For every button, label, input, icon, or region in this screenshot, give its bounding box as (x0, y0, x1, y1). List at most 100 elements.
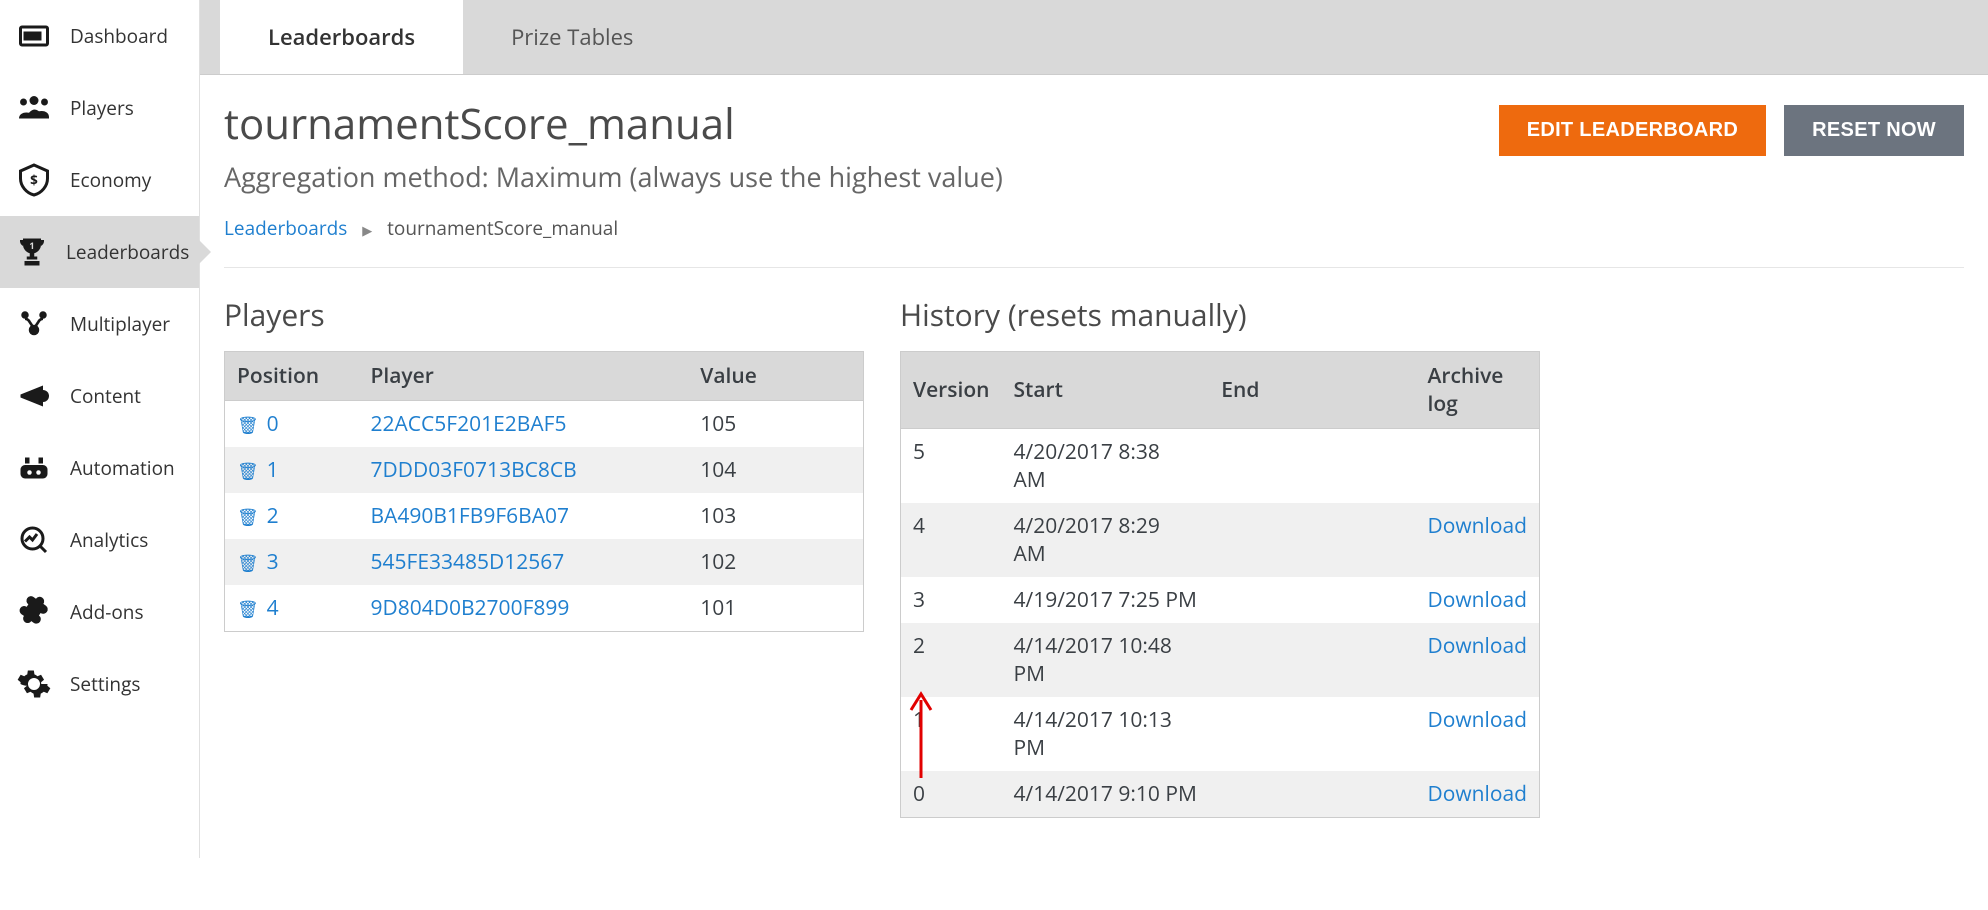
settings-icon (14, 666, 54, 702)
trash-icon[interactable]: 🗑 (237, 459, 259, 482)
player-id-link[interactable]: BA490B1FB9F6BA07 (370, 502, 569, 530)
table-row: 14/14/2017 10:13 PM Download (901, 697, 1540, 771)
table-row: 34/19/2017 7:25 PMDownload (901, 577, 1540, 623)
trash-icon[interactable]: 🗑 (237, 551, 259, 574)
sidebar-item-label: Settings (70, 671, 140, 697)
main-content: Leaderboards Prize Tables tournamentScor… (200, 0, 1988, 858)
player-id-link[interactable]: 7DDD03F0713BC8CB (370, 456, 576, 484)
sidebar-item-label: Leaderboards (66, 239, 189, 265)
breadcrumb-root[interactable]: Leaderboards (224, 215, 347, 241)
players-panel-title: Players (224, 294, 864, 335)
history-version: 4 (901, 503, 1002, 577)
trash-icon[interactable]: 🗑 (237, 597, 259, 620)
history-end (1209, 697, 1415, 771)
history-archive: Download (1416, 771, 1540, 818)
sidebar-item-automation[interactable]: Automation (0, 432, 199, 504)
table-row: 04/14/2017 9:10 PM Download (901, 771, 1540, 818)
history-col-start: Start (1001, 352, 1209, 429)
download-link[interactable]: Download (1428, 706, 1527, 734)
history-archive (1416, 429, 1540, 504)
edit-leaderboard-button[interactable]: EDIT LEADERBOARD (1499, 105, 1766, 156)
player-id-link[interactable]: 545FE33485D12567 (370, 548, 564, 576)
sidebar-item-label: Economy (70, 167, 151, 193)
table-row: 54/20/2017 8:38 AM (901, 429, 1540, 504)
trash-icon[interactable]: 🗑 (237, 413, 259, 436)
download-link[interactable]: Download (1428, 512, 1527, 540)
history-version: 1 (901, 697, 1002, 771)
history-end (1209, 429, 1415, 504)
add-ons-icon (14, 594, 54, 630)
history-archive: Download (1416, 577, 1540, 623)
sidebar-item-economy[interactable]: $ Economy (0, 144, 199, 216)
sidebar-item-add-ons[interactable]: Add-ons (0, 576, 199, 648)
table-row: 🗑 1 7DDD03F0713BC8CB 104 (225, 447, 864, 493)
player-value: 104 (688, 447, 863, 493)
history-version: 0 (901, 771, 1002, 818)
player-position[interactable]: 3 (267, 548, 279, 576)
history-version: 3 (901, 577, 1002, 623)
history-version: 5 (901, 429, 1002, 504)
player-position[interactable]: 0 (267, 410, 279, 438)
history-start: 4/20/2017 8:38 AM (1001, 429, 1209, 504)
sidebar-item-label: Players (70, 95, 134, 121)
content-icon (14, 378, 54, 414)
svg-text:1: 1 (29, 239, 34, 252)
sidebar-item-analytics[interactable]: Analytics (0, 504, 199, 576)
sidebar-item-settings[interactable]: Settings (0, 648, 199, 720)
reset-now-button[interactable]: RESET NOW (1784, 105, 1964, 156)
trash-icon[interactable]: 🗑 (237, 505, 259, 528)
table-row: 44/20/2017 8:29 AM Download (901, 503, 1540, 577)
history-col-archive: Archive log (1416, 352, 1540, 429)
player-position[interactable]: 2 (267, 502, 279, 530)
sidebar-item-leaderboards[interactable]: 1 Leaderboards (0, 216, 199, 288)
players-panel: Players Position Player Value 🗑 0 22ACC5F2… (224, 294, 864, 818)
player-id-link[interactable]: 9D804D0B2700F899 (370, 594, 569, 622)
sidebar-item-label: Dashboard (70, 23, 168, 49)
page-title: tournamentScore_manual (224, 95, 1003, 152)
table-row: 🗑3545FE33485D12567102 (225, 539, 864, 585)
players-col-player: Player (358, 352, 688, 401)
tab-prize-tables[interactable]: Prize Tables (463, 0, 681, 74)
sidebar-item-label: Content (70, 383, 141, 409)
breadcrumb-separator-icon: ▶ (362, 221, 372, 239)
sidebar-item-label: Analytics (70, 527, 148, 553)
players-icon (14, 90, 54, 126)
sidebar-item-multiplayer[interactable]: Multiplayer (0, 288, 199, 360)
sidebar-item-dashboard[interactable]: Dashboard (0, 0, 199, 72)
player-position[interactable]: 4 (267, 594, 279, 622)
download-link[interactable]: Download (1428, 780, 1527, 808)
sidebar-item-label: Automation (70, 455, 175, 481)
player-position[interactable]: 1 (267, 456, 279, 484)
history-end (1209, 623, 1415, 697)
economy-icon: $ (14, 162, 54, 198)
player-value: 105 (688, 401, 863, 448)
sidebar-item-label: Multiplayer (70, 311, 170, 337)
tab-leaderboards[interactable]: Leaderboards (220, 0, 463, 74)
player-id-link[interactable]: 22ACC5F201E2BAF5 (370, 410, 566, 438)
table-row: 🗑49D804D0B2700F899101 (225, 585, 864, 632)
history-start: 4/14/2017 9:10 PM (1001, 771, 1209, 818)
history-archive: Download (1416, 697, 1540, 771)
players-col-value: Value (688, 352, 863, 401)
players-col-position: Position (225, 352, 359, 401)
svg-text:$: $ (30, 171, 38, 189)
player-value: 103 (688, 493, 863, 539)
history-start: 4/14/2017 10:48 PM (1001, 623, 1209, 697)
sidebar-item-content[interactable]: Content (0, 360, 199, 432)
history-col-version: Version (901, 352, 1002, 429)
history-end (1209, 577, 1415, 623)
download-link[interactable]: Download (1428, 586, 1527, 614)
history-panel: History (resets manually) Version Start … (900, 294, 1540, 818)
download-link[interactable]: Download (1428, 632, 1527, 660)
sidebar: Dashboard Players $ Economy 1 Leaderboar… (0, 0, 200, 858)
aggregation-method: Aggregation method: Maximum (always use … (224, 158, 1003, 195)
history-start: 4/20/2017 8:29 AM (1001, 503, 1209, 577)
history-archive: Download (1416, 503, 1540, 577)
tabs: Leaderboards Prize Tables (200, 0, 1988, 75)
leaderboards-icon: 1 (14, 234, 50, 270)
dashboard-icon (14, 18, 54, 54)
sidebar-item-players[interactable]: Players (0, 72, 199, 144)
history-start: 4/14/2017 10:13 PM (1001, 697, 1209, 771)
history-end (1209, 771, 1415, 818)
history-panel-title: History (resets manually) (900, 294, 1540, 335)
